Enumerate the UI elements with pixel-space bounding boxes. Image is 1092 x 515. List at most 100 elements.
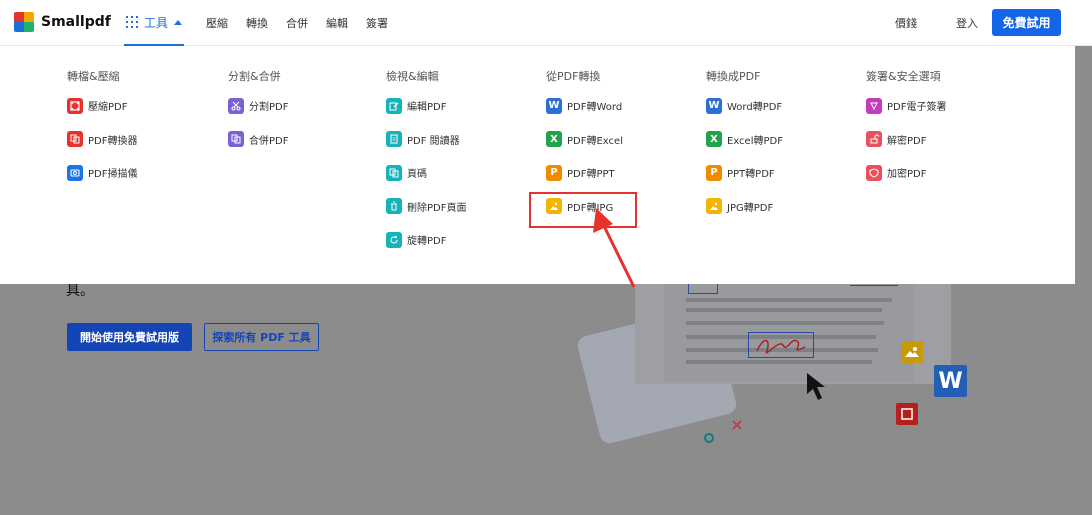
- menu-item-split-pdf[interactable]: 分割PDF: [228, 97, 378, 114]
- nav-compress[interactable]: 壓縮: [206, 15, 228, 31]
- unlock-icon: [866, 131, 882, 147]
- top-header: Smallpdf 工具 壓縮 轉換 合併 編輯 簽署 價錢 登入 免費試用: [0, 0, 1092, 46]
- menu-item-label: 刪除PDF頁面: [407, 202, 467, 214]
- column-title: 分割&合併: [228, 70, 281, 83]
- menu-column-sign-security: 簽署&安全選項 PDF電子簽署 解密PDF 加密PDF: [866, 68, 1016, 198]
- logo-text: Smallpdf: [41, 14, 111, 30]
- login-link[interactable]: 登入: [956, 15, 978, 31]
- menu-item-excel-to-pdf[interactable]: X Excel轉PDF: [706, 131, 856, 148]
- menu-column-to-pdf: 轉換成PDF W Word轉PDF X Excel轉PDF P PPT轉PDF …: [706, 68, 856, 231]
- shield-icon: [866, 164, 882, 181]
- column-title: 從PDF轉換: [546, 70, 601, 83]
- menu-item-label: 旋轉PDF: [407, 236, 447, 247]
- word-icon: W: [546, 97, 562, 114]
- scanner-icon: [67, 164, 83, 181]
- floating-compress-icon: [896, 403, 918, 425]
- menu-column-view-edit: 檢視&編輯 編輯PDF PDF 閱讀器 頁碼 刪除PDF頁面 旋轉PDF: [386, 68, 536, 265]
- illustration-textbox: [688, 284, 718, 294]
- menu-item-label: PDF轉PPT: [567, 169, 615, 180]
- scissors-icon: [228, 97, 244, 114]
- menu-item-word-to-pdf[interactable]: W Word轉PDF: [706, 97, 856, 114]
- menu-item-label: Excel轉PDF: [727, 135, 783, 147]
- nav-edit[interactable]: 編輯: [326, 15, 348, 31]
- decor-x-icon: [732, 420, 742, 430]
- smallpdf-logo[interactable]: Smallpdf: [14, 12, 111, 32]
- menu-item-merge-pdf[interactable]: 合併PDF: [228, 131, 378, 148]
- menu-item-pdf-converter[interactable]: PDF轉換器: [67, 131, 217, 148]
- signature-scribble-icon: [756, 339, 806, 354]
- illustration-textbox-2: [850, 284, 898, 286]
- excel-icon: X: [706, 131, 722, 147]
- column-title: 轉換成PDF: [706, 70, 761, 83]
- nav-tools-label: 工具: [144, 15, 169, 30]
- menu-column-split-merge: 分割&合併 分割PDF 合併PDF: [228, 68, 378, 164]
- menu-column-convert-compress: 轉檔&壓縮 壓縮PDF PDF轉換器 PDF掃描儀: [67, 68, 217, 198]
- menu-item-label: PDF 閱讀器: [407, 135, 460, 147]
- menu-item-label: 壓縮PDF: [88, 102, 128, 113]
- menu-item-pdf-to-word[interactable]: W PDF轉Word: [546, 97, 696, 114]
- menu-item-label: 解密PDF: [887, 135, 927, 147]
- merge-icon: [228, 131, 244, 147]
- tools-dropdown-menu: 轉檔&壓縮 壓縮PDF PDF轉換器 PDF掃描儀 分割&合併 分割PDF 合併…: [0, 46, 1075, 284]
- reader-icon: [386, 131, 402, 147]
- excel-icon: X: [546, 131, 562, 147]
- column-title: 簽署&安全選項: [866, 70, 941, 83]
- menu-item-esign-pdf[interactable]: PDF電子簽署: [866, 97, 1016, 114]
- ppt-icon: P: [706, 164, 722, 181]
- menu-item-ppt-to-pdf[interactable]: P PPT轉PDF: [706, 164, 856, 181]
- page-number-icon: [386, 164, 402, 181]
- signature-box: [748, 332, 814, 358]
- start-free-trial-button[interactable]: 開始使用免費試用版: [67, 323, 192, 351]
- menu-item-label: 頁碼: [407, 169, 427, 180]
- caret-up-icon: [174, 19, 183, 25]
- menu-item-jpg-to-pdf[interactable]: JPG轉PDF: [706, 198, 856, 215]
- menu-item-label: PPT轉PDF: [727, 169, 775, 180]
- explore-tools-button[interactable]: 探索所有 PDF 工具: [204, 323, 319, 351]
- menu-item-edit-pdf[interactable]: 編輯PDF: [386, 97, 536, 114]
- nav-convert[interactable]: 轉換: [246, 15, 268, 31]
- decor-circle-icon: [704, 433, 714, 443]
- menu-item-delete-pages[interactable]: 刪除PDF頁面: [386, 198, 536, 215]
- menu-item-label: JPG轉PDF: [727, 202, 774, 214]
- column-title: 轉檔&壓縮: [67, 70, 120, 83]
- menu-item-label: 合併PDF: [249, 135, 289, 147]
- menu-item-pdf-to-excel[interactable]: X PDF轉Excel: [546, 131, 696, 148]
- floating-image-icon: [901, 341, 923, 363]
- menu-item-label: 編輯PDF: [407, 102, 447, 113]
- menu-item-label: PDF轉Excel: [567, 135, 623, 147]
- column-title: 檢視&編輯: [386, 70, 439, 83]
- word-icon: W: [706, 97, 722, 114]
- nav-pricing[interactable]: 價錢: [895, 15, 917, 31]
- rotate-icon: [386, 231, 402, 248]
- menu-item-pdf-reader[interactable]: PDF 閱讀器: [386, 131, 536, 148]
- nav-sign[interactable]: 簽署: [366, 15, 388, 31]
- nav-tools-menu[interactable]: 工具: [124, 0, 185, 46]
- menu-item-label: PDF轉Word: [567, 102, 623, 113]
- floating-word-icon: W: [934, 365, 967, 397]
- menu-item-rotate-pdf[interactable]: 旋轉PDF: [386, 231, 536, 248]
- ppt-icon: P: [546, 164, 562, 181]
- menu-item-label: PDF掃描儀: [88, 169, 138, 180]
- logo-mark-icon: [14, 12, 34, 32]
- menu-item-protect-pdf[interactable]: 加密PDF: [866, 164, 1016, 181]
- menu-item-label: PDF電子簽署: [887, 102, 947, 113]
- menu-item-label: PDF轉換器: [88, 135, 138, 147]
- menu-item-compress-pdf[interactable]: 壓縮PDF: [67, 97, 217, 114]
- jpg-icon: [706, 198, 722, 214]
- grid-icon: [126, 16, 138, 28]
- menu-item-unlock-pdf[interactable]: 解密PDF: [866, 131, 1016, 148]
- trash-icon: [386, 198, 402, 214]
- menu-item-pdf-scanner[interactable]: PDF掃描儀: [67, 164, 217, 181]
- annotation-arrow-icon: [593, 208, 636, 288]
- cursor-arrow-icon: [807, 373, 825, 400]
- edit-icon: [386, 97, 402, 114]
- compress-icon: [67, 97, 83, 114]
- nav-merge[interactable]: 合併: [286, 15, 308, 31]
- menu-item-label: 分割PDF: [249, 102, 289, 113]
- menu-item-page-numbers[interactable]: 頁碼: [386, 164, 536, 181]
- free-trial-button[interactable]: 免費試用: [992, 9, 1061, 36]
- converter-icon: [67, 131, 83, 147]
- menu-item-label: 加密PDF: [887, 169, 927, 180]
- menu-item-label: Word轉PDF: [727, 102, 783, 113]
- menu-item-pdf-to-ppt[interactable]: P PDF轉PPT: [546, 164, 696, 181]
